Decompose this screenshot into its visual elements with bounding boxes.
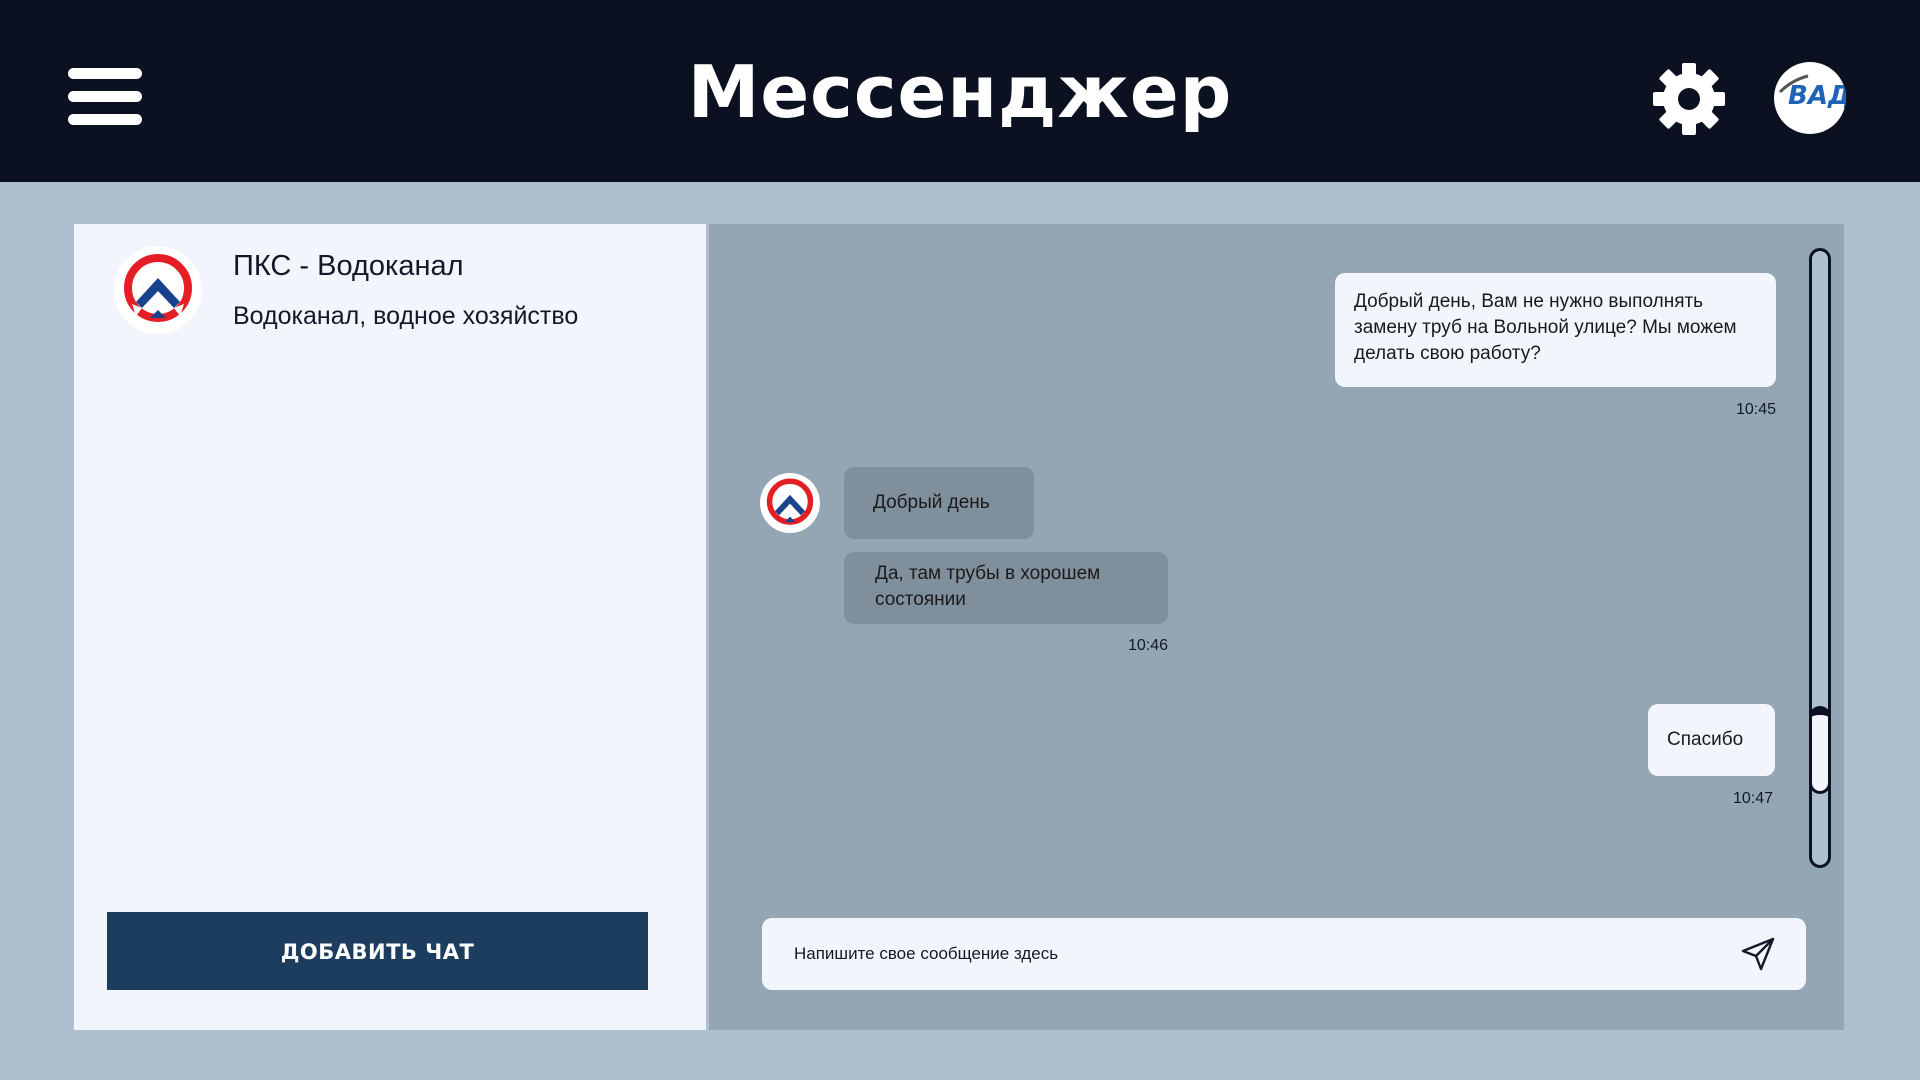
message-timestamp: 10:45 [1735, 401, 1776, 418]
scrollbar-thumb[interactable] [1809, 706, 1831, 794]
message-input[interactable] [792, 918, 1712, 990]
message-scrollbar[interactable] [1809, 248, 1831, 868]
profile-logo-text: ВАД [1788, 81, 1846, 111]
outgoing-message: Добрый день, Вам не нужно выполнять заме… [1335, 273, 1776, 387]
incoming-message: Да, там трубы в хорошем состоянии [844, 552, 1168, 624]
conversation-panel: Добрый день, Вам не нужно выполнять заме… [709, 224, 1844, 1030]
chat-list-panel: ПКС - Водоканал Водоканал, водное хозяйс… [74, 224, 706, 1030]
profile-avatar[interactable]: ВАД [1774, 62, 1846, 134]
incoming-message: Добрый день [844, 467, 1034, 539]
app-header: Мессенджер ВАД [0, 0, 1920, 182]
send-paper-plane-icon[interactable] [1740, 936, 1776, 972]
message-text: Спасибо [1667, 729, 1744, 750]
app-title: Мессенджер [687, 50, 1233, 134]
message-text: Да, там трубы в хорошем состоянии [875, 563, 1101, 610]
message-composer [762, 918, 1806, 990]
pks-logo-icon [760, 473, 820, 533]
message-text: Добрый день [873, 492, 990, 513]
message-text: Добрый день, Вам не нужно выполнять заме… [1354, 291, 1737, 364]
chat-category: Водоканал, водное хозяйство [233, 302, 579, 330]
gear-icon[interactable] [1652, 62, 1726, 136]
pks-logo-icon [114, 246, 202, 334]
add-chat-button[interactable]: ДОБАВИТЬ ЧАТ [107, 912, 648, 990]
message-timestamp: 10:46 [1127, 637, 1168, 654]
outgoing-message: Спасибо [1648, 704, 1775, 776]
chat-list-item[interactable]: ПКС - Водоканал Водоканал, водное хозяйс… [74, 224, 706, 344]
chat-name: ПКС - Водоканал [233, 250, 464, 282]
message-timestamp: 10:47 [1732, 790, 1773, 807]
